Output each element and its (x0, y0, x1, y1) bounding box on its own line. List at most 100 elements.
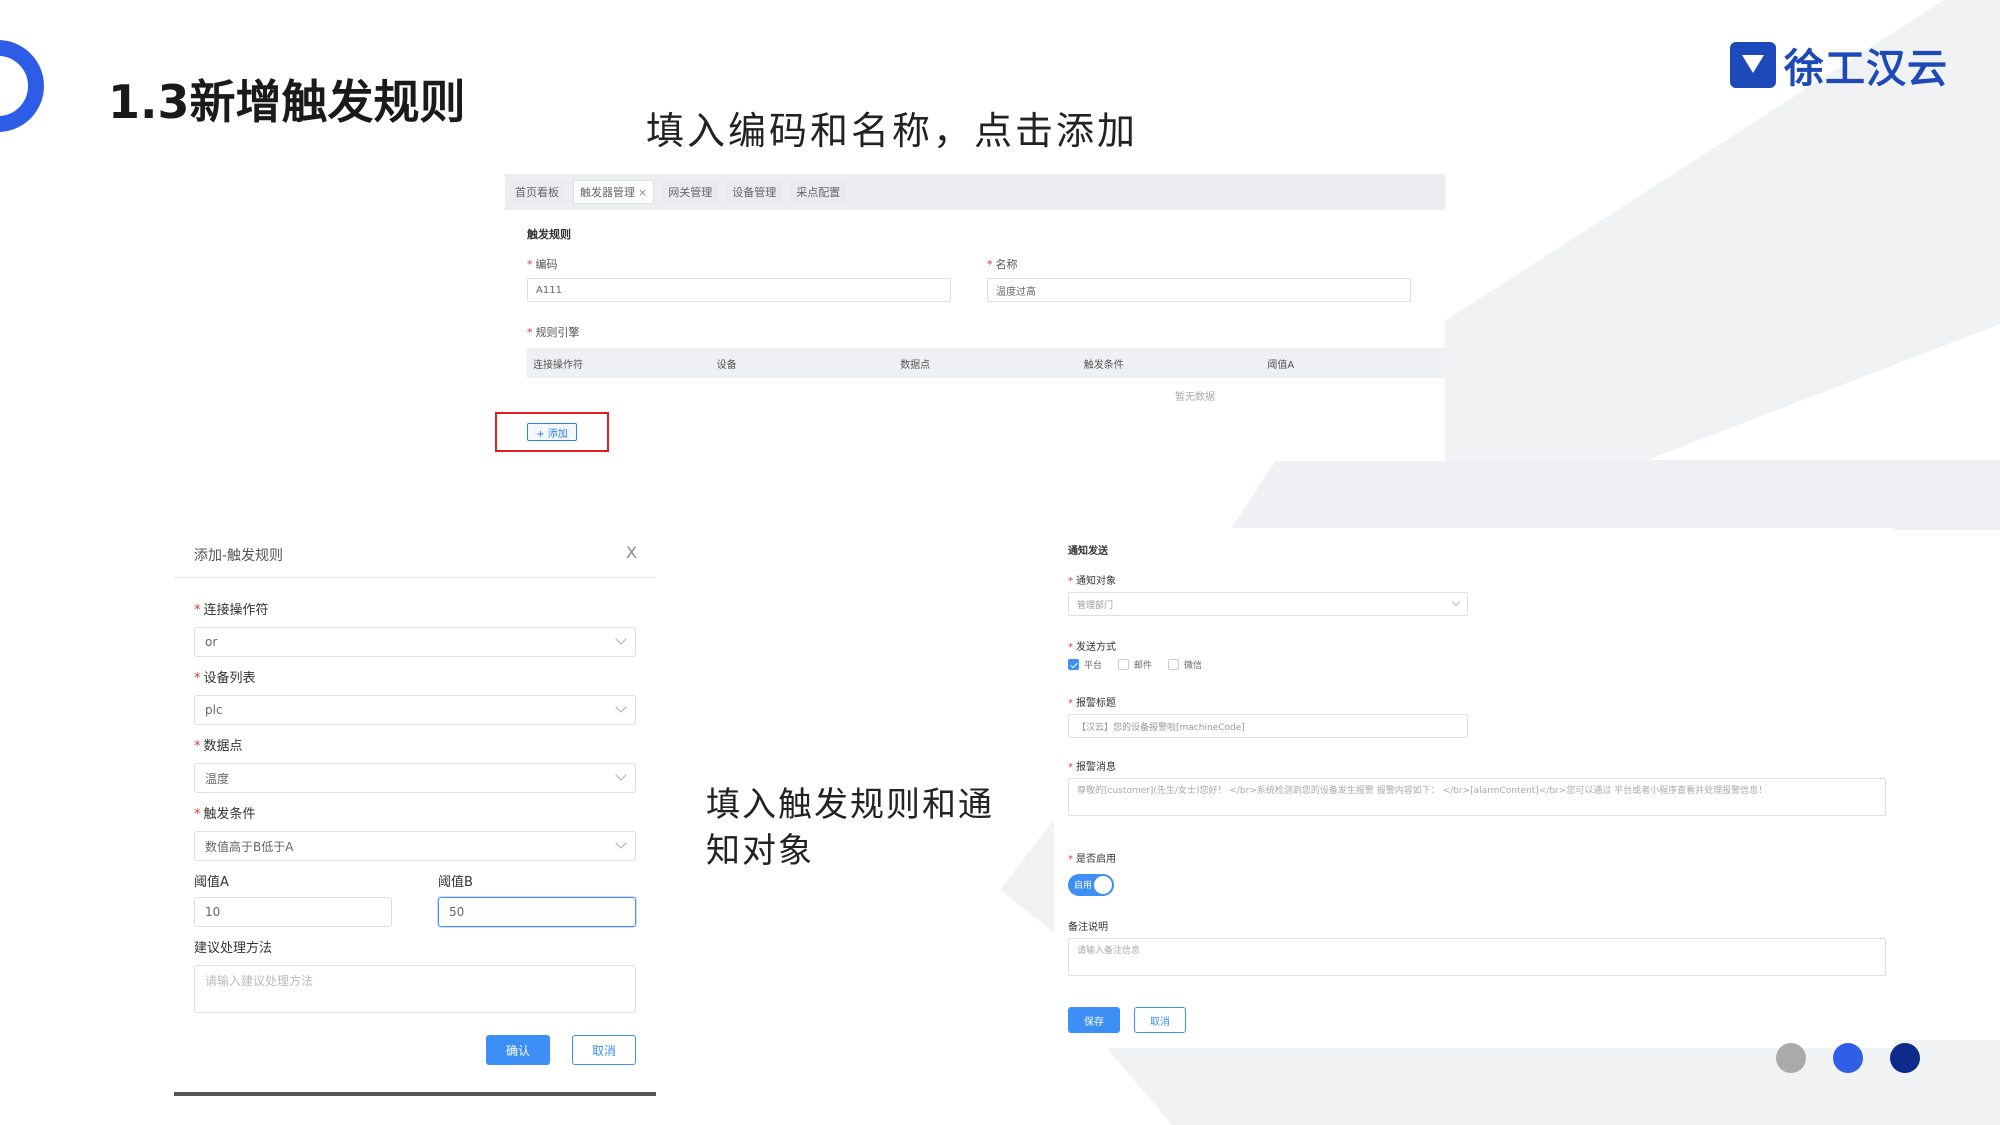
save-button[interactable]: 保存 (1068, 1007, 1120, 1033)
column-header: 设备 (716, 359, 737, 371)
required-mark: * (194, 671, 201, 686)
point-select[interactable]: 温度 (194, 763, 636, 793)
label-text: 是否启用 (1076, 854, 1116, 865)
tab-dashboard[interactable]: 首页看板 (509, 180, 565, 204)
checkbox-icon (1168, 659, 1179, 670)
suggestion-label: 建议处理方法 (194, 941, 273, 956)
label-text: 编码 (535, 258, 558, 271)
required-mark: * (194, 603, 201, 618)
background-shape (1230, 460, 2000, 530)
name-label: * 名称 (987, 256, 1018, 272)
method-checkbox-email[interactable]: 邮件 (1118, 658, 1152, 671)
name-input[interactable]: 温度过高 (987, 278, 1411, 302)
threshold-b-input[interactable]: 50 (438, 897, 636, 927)
select-value: 管理部门 (1077, 600, 1114, 611)
checkbox-checked-icon (1068, 659, 1079, 670)
confirm-button[interactable]: 确认 (486, 1035, 550, 1065)
page-dot (1890, 1043, 1920, 1073)
required-mark: * (1068, 576, 1073, 587)
required-mark: * (1068, 698, 1073, 709)
condition-label: * 触发条件 (194, 803, 256, 822)
code-label: * 编码 (527, 256, 558, 272)
select-value: plc (205, 703, 223, 717)
section-title: 通知发送 (1068, 546, 1108, 557)
label-text: 名称 (995, 258, 1018, 271)
trigger-rule-panel: 首页看板 触发器管理 × 网关管理 设备管理 采点配置 触发规则 * 编码 A111… (495, 174, 1445, 461)
tab-label: 采点配置 (796, 186, 841, 199)
required-mark: * (1068, 762, 1073, 773)
caption-bottom: 填入触发规则和通知对象 (706, 785, 994, 871)
toggle-knob (1094, 876, 1112, 894)
required-mark: * (1068, 642, 1073, 653)
method-checkbox-wechat[interactable]: 微信 (1168, 658, 1202, 671)
chevron-down-icon (615, 701, 627, 713)
dialog-title: 添加-触发规则 (194, 548, 284, 564)
target-label: * 通知对象 (1068, 572, 1116, 587)
operator-label: * 连接操作符 (194, 599, 269, 618)
select-value: 数值高于B低于A (205, 839, 294, 854)
label-text: 数据点 (203, 739, 243, 754)
enable-toggle[interactable]: 启用 (1068, 874, 1114, 896)
device-select[interactable]: plc (194, 695, 636, 725)
chevron-down-icon (615, 633, 627, 645)
label-text: 发送方式 (1076, 642, 1116, 653)
method-checkbox-platform[interactable]: 平台 (1068, 658, 1102, 671)
label-text: 通知对象 (1076, 576, 1116, 587)
page-dot (1776, 1043, 1806, 1073)
divider (174, 577, 656, 578)
threshold-a-input[interactable]: 10 (194, 897, 392, 927)
tab-label: 触发器管理 (580, 186, 635, 199)
tab-bar: 首页看板 触发器管理 × 网关管理 设备管理 采点配置 (505, 174, 1445, 210)
tab-label: 网关管理 (668, 186, 713, 199)
checkbox-icon (1118, 659, 1129, 670)
enable-label: * 是否启用 (1068, 850, 1116, 865)
label-text: 规则引擎 (535, 326, 580, 339)
cancel-button[interactable]: 取消 (572, 1035, 636, 1065)
chevron-down-icon (615, 769, 627, 781)
condition-select[interactable]: 数值高于B低于A (194, 831, 636, 861)
required-mark: * (527, 258, 533, 271)
background-shape (1100, 1040, 2000, 1125)
alarm-title-input[interactable]: 【汉云】您的设备报警啦[machineCode] (1068, 714, 1468, 738)
decorative-arc (0, 40, 44, 132)
brand-mark-icon (1730, 42, 1776, 88)
checkbox-label: 微信 (1184, 661, 1203, 671)
checkbox-label: 邮件 (1134, 661, 1153, 671)
tab-point-config[interactable]: 采点配置 (790, 180, 847, 204)
cancel-button[interactable]: 取消 (1134, 1007, 1186, 1033)
page-title: 1.3新增触发规则 (108, 75, 466, 129)
tab-device-management[interactable]: 设备管理 (726, 180, 783, 204)
required-mark: * (987, 258, 993, 271)
label-text: 设备列表 (203, 671, 256, 686)
required-mark: * (194, 739, 201, 754)
threshold-b-label: 阈值B (438, 875, 473, 890)
tab-trigger-management[interactable]: 触发器管理 × (573, 180, 655, 204)
label-text: 触发条件 (203, 807, 256, 822)
threshold-a-label: 阈值A (194, 875, 229, 890)
code-input[interactable]: A111 (527, 278, 951, 302)
chevron-down-icon (1451, 597, 1461, 607)
method-label: * 发送方式 (1068, 638, 1116, 653)
suggestion-textarea[interactable]: 请输入建议处理方法 (194, 965, 636, 1013)
column-header: 数据点 (900, 359, 931, 371)
empty-state: 暂无数据 (1175, 392, 1215, 403)
caption-top: 填入编码和名称，点击添加 (646, 109, 1139, 153)
operator-select[interactable]: or (194, 627, 636, 657)
remark-textarea[interactable]: 请输入备注信息 (1068, 938, 1886, 976)
select-value: or (205, 635, 218, 649)
close-icon[interactable]: × (638, 186, 647, 199)
add-button[interactable]: + 添加 (527, 423, 577, 441)
notification-panel: 通知发送 * 通知对象 管理部门 * 发送方式 平台 邮件 微信 * 报警标题 【汉云… (1054, 528, 1894, 1048)
close-icon[interactable]: X (626, 543, 637, 562)
tab-gateway-management[interactable]: 网关管理 (662, 180, 719, 204)
required-mark: * (1068, 854, 1073, 865)
checkbox-label: 平台 (1084, 661, 1103, 671)
divider (174, 1092, 656, 1096)
brand-logo: 徐工汉云 (1730, 36, 1948, 94)
rules-label: * 规则引擎 (527, 324, 580, 340)
column-header: 连接操作符 (533, 359, 583, 371)
alarm-message-textarea[interactable]: 尊敬的[customer](先生/女士)您好！ </br>系统检测到您的设备发生… (1068, 778, 1886, 816)
target-select[interactable]: 管理部门 (1068, 592, 1468, 616)
label-text: 报警消息 (1076, 762, 1116, 773)
rules-table-header: 连接操作符 设备 数据点 触发条件 阈值A (527, 348, 1445, 378)
